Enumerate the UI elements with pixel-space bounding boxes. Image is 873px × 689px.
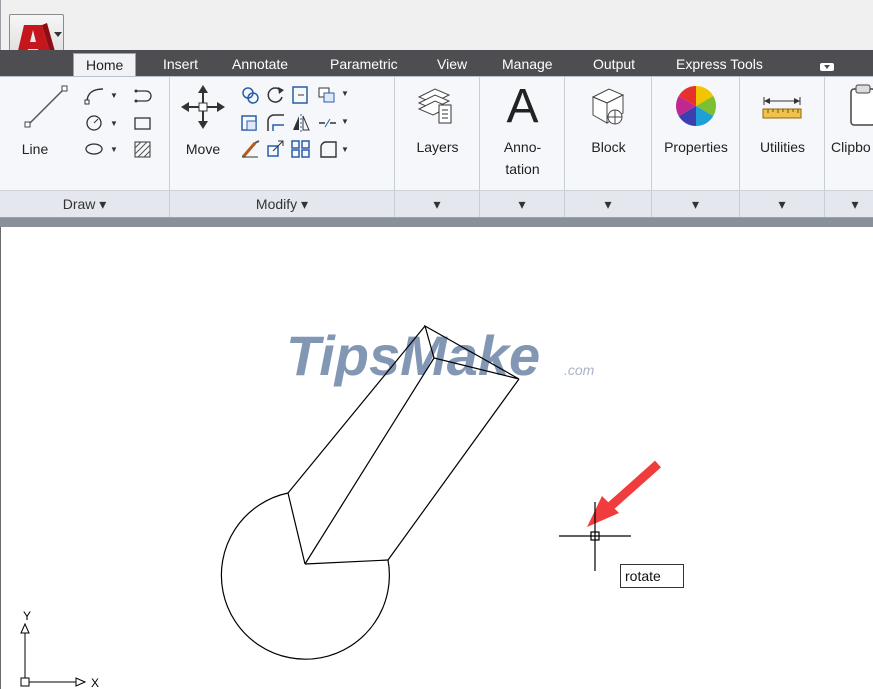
properties-panel[interactable]: Properties ▾ xyxy=(652,77,740,217)
ribbon-tab-bar: Home Insert Annotate Parametric View Man… xyxy=(0,50,873,76)
drawing-area[interactable]: TipsMake .com Y X xyxy=(1,227,873,689)
arc-radius-line-left xyxy=(287,492,306,565)
copy-icon[interactable] xyxy=(240,85,262,105)
annotation-panel[interactable]: A Anno- tation ▾ xyxy=(480,77,565,217)
array-icon[interactable] xyxy=(290,139,312,159)
layers-panel[interactable]: Layers ▾ xyxy=(395,77,480,217)
modify-panel: Move ▼ ▼ ▼ Modify ▾ xyxy=(170,77,395,217)
polyline-icon[interactable] xyxy=(84,85,106,105)
arc-tool-icon[interactable] xyxy=(132,85,154,105)
trim-icon[interactable] xyxy=(290,85,312,105)
tab-parametric[interactable]: Parametric xyxy=(330,52,398,76)
block-expand-icon[interactable]: ▾ xyxy=(565,190,651,217)
properties-color-wheel-icon xyxy=(676,86,716,126)
tab-manage[interactable]: Manage xyxy=(502,52,553,76)
layers-label: Layers xyxy=(416,139,459,155)
draworder-dropdown-icon[interactable]: ▼ xyxy=(341,89,349,98)
properties-label: Properties xyxy=(664,139,728,155)
clipboard-icon xyxy=(850,84,873,126)
clipboard-expand-icon[interactable]: ▾ xyxy=(825,190,873,217)
utilities-panel[interactable]: Utilities ▾ xyxy=(740,77,825,217)
move-button[interactable]: Move xyxy=(180,83,226,163)
rotate-icon[interactable] xyxy=(265,85,287,105)
ellipse-dropdown-icon[interactable]: ▼ xyxy=(110,145,118,154)
annotation-icon: A xyxy=(506,80,539,133)
annotation-label-line2: tation xyxy=(505,161,540,177)
arc-radius-line-right xyxy=(304,559,389,565)
utilities-label: Utilities xyxy=(759,139,806,155)
tab-insert[interactable]: Insert xyxy=(163,52,198,76)
mirror-icon[interactable] xyxy=(290,113,312,133)
draw-panel-title[interactable]: Draw ▾ xyxy=(0,190,169,217)
offset-dropdown-icon[interactable]: ▼ xyxy=(341,145,349,154)
block-label: Block xyxy=(591,139,626,155)
break-icon[interactable] xyxy=(317,113,339,133)
match-properties-icon[interactable] xyxy=(240,139,262,159)
tab-output[interactable]: Output xyxy=(593,52,635,76)
rectangle-icon[interactable] xyxy=(132,113,154,133)
clipboard-panel[interactable]: Clipbo ▾ xyxy=(825,77,873,217)
block-icon xyxy=(591,88,625,125)
circle-arc xyxy=(220,492,390,660)
modify-panel-title[interactable]: Modify ▾ xyxy=(170,190,394,217)
annotation-label-line1: Anno- xyxy=(503,139,542,155)
draw-panel: Line ▼ ▼ ▼ Draw ▾ xyxy=(0,77,170,217)
drawing-canvas[interactable]: TipsMake .com Y X xyxy=(0,227,873,689)
ellipse-icon[interactable] xyxy=(84,139,106,159)
tab-home[interactable]: Home xyxy=(73,53,137,76)
layers-expand-icon[interactable]: ▾ xyxy=(395,190,479,217)
block-panel[interactable]: Block ▾ xyxy=(565,77,652,217)
tipsmake-watermark: TipsMake .com xyxy=(286,324,595,387)
title-bar xyxy=(0,0,873,50)
move-label: Move xyxy=(185,141,221,157)
clipboard-label: Clipbo xyxy=(831,139,871,155)
ribbon-canvas-divider xyxy=(0,218,873,227)
tab-express-tools[interactable]: Express Tools xyxy=(676,52,763,76)
line-icon xyxy=(24,85,68,128)
arm-center-edge xyxy=(304,357,435,565)
draworder-icon[interactable] xyxy=(317,85,339,105)
tab-annotate[interactable]: Annotate xyxy=(232,52,288,76)
annotation-expand-icon[interactable]: ▾ xyxy=(480,190,564,217)
arm-right-edge xyxy=(387,378,520,561)
circle-icon[interactable] xyxy=(84,113,106,133)
watermark-main-text: TipsMake xyxy=(286,324,540,387)
break-dropdown-icon[interactable]: ▼ xyxy=(341,117,349,126)
scale-icon[interactable] xyxy=(265,139,287,159)
utilities-measure-icon xyxy=(762,97,802,119)
crosshair-cursor-icon xyxy=(559,502,631,571)
polyline-dropdown-icon[interactable]: ▼ xyxy=(110,91,118,100)
ribbon: Line ▼ ▼ ▼ Draw ▾ Move ▼ ▼ ▼ Modify ▾ La… xyxy=(0,76,873,218)
line-label: Line xyxy=(21,141,49,157)
circle-dropdown-icon[interactable]: ▼ xyxy=(110,119,118,128)
hatch-icon[interactable] xyxy=(132,139,154,159)
stretch-icon[interactable] xyxy=(240,113,262,133)
watermark-suffix-text: .com xyxy=(564,362,595,378)
move-icon xyxy=(181,85,225,129)
ucs-icon xyxy=(20,622,87,687)
line-button[interactable]: Line xyxy=(14,83,74,157)
autocad-window: Home Insert Annotate Parametric View Man… xyxy=(0,0,873,689)
properties-expand-icon[interactable]: ▾ xyxy=(652,190,739,217)
utilities-expand-icon[interactable]: ▾ xyxy=(740,190,824,217)
tab-view[interactable]: View xyxy=(437,52,467,76)
dynamic-command-input[interactable]: rotate xyxy=(620,564,684,588)
ucs-x-label: X xyxy=(91,676,99,689)
red-pointer-arrow-icon xyxy=(587,460,661,527)
fillet-icon[interactable] xyxy=(265,113,287,133)
layers-icon xyxy=(417,88,452,124)
offset-icon[interactable] xyxy=(317,139,339,159)
ucs-y-label: Y xyxy=(23,609,31,623)
